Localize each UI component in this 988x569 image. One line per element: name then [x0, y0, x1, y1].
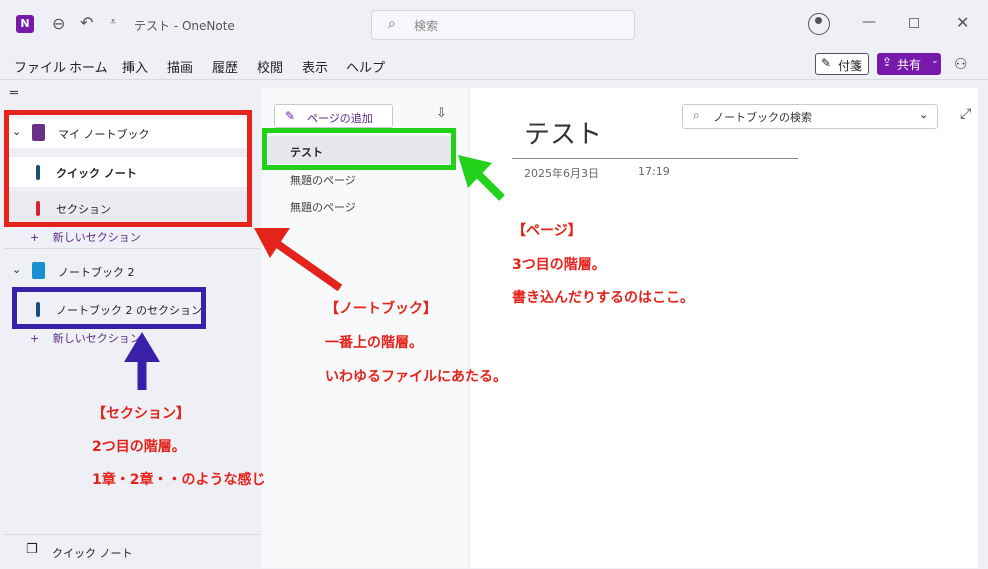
page-annotation-line2: 書き込んだりするのはここ。	[512, 290, 694, 306]
purple-arrowhead	[124, 332, 160, 362]
section-annotation-line1: 2つ目の階層。	[92, 439, 186, 455]
notebook-annotation-line1: 一番上の階層。	[325, 335, 423, 351]
page-annotation-heading: 【ページ】	[512, 223, 582, 239]
red-arrow-shaft	[273, 239, 343, 292]
section-annotation-heading: 【セクション】	[92, 406, 190, 422]
notebook-annotation-line2: いわゆるファイルにあたる。	[325, 369, 507, 385]
section-annotation-line2: 1章・2章・・のような感じ	[92, 472, 266, 488]
page-annotation-line1: 3つ目の階層。	[512, 257, 606, 273]
notebook-annotation-heading: 【ノートブック】	[325, 301, 437, 317]
green-arrow-shaft	[473, 169, 505, 201]
